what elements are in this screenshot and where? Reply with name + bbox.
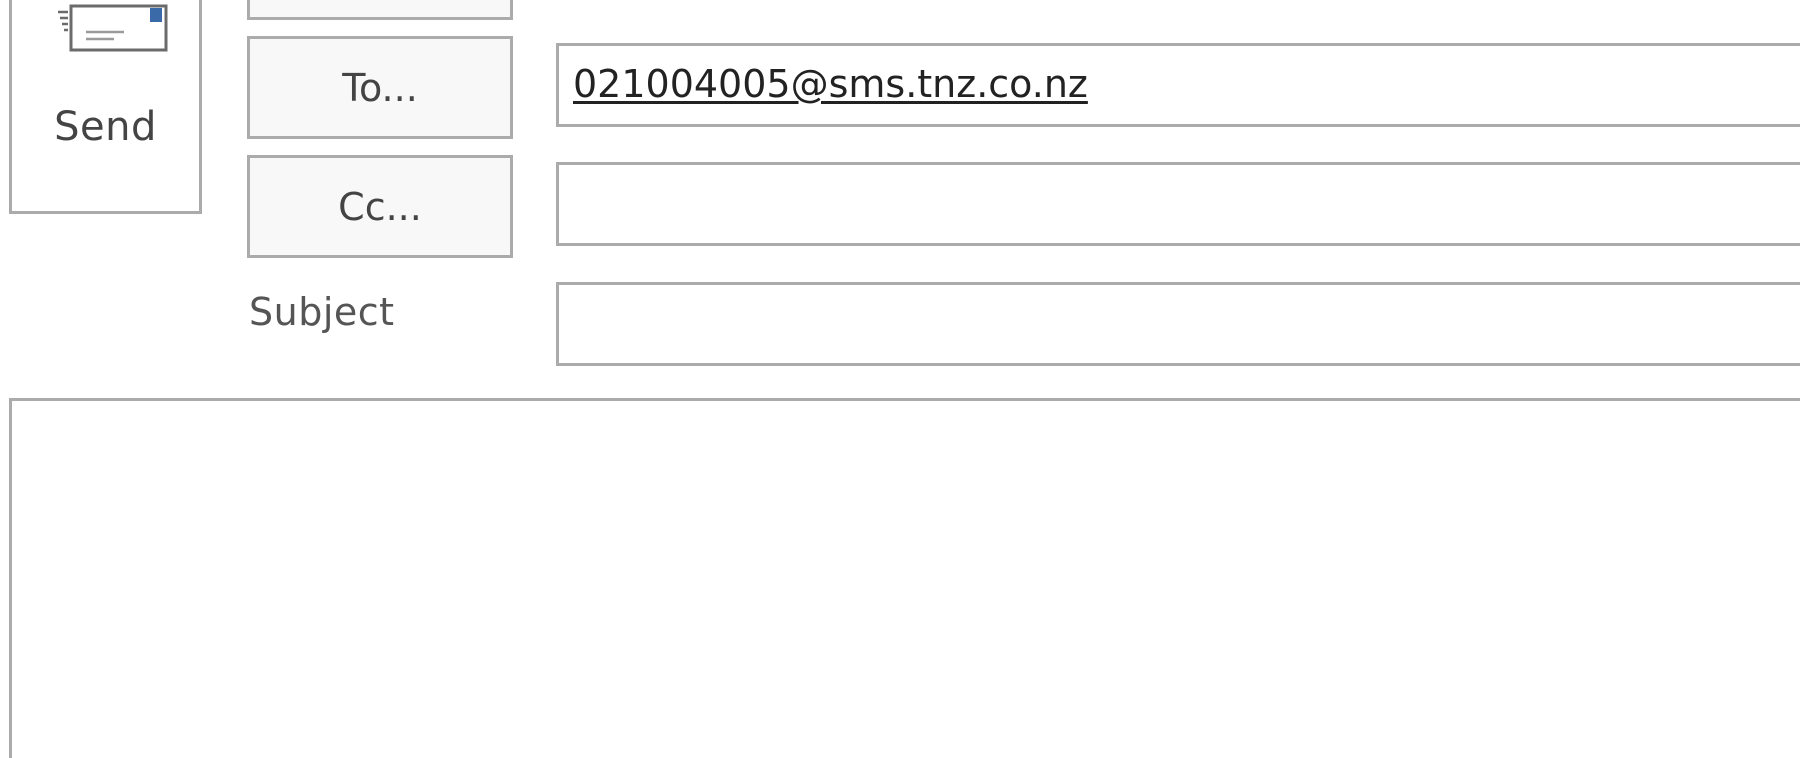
from-button[interactable]	[247, 0, 513, 20]
subject-field[interactable]	[556, 282, 1800, 366]
to-recipient[interactable]: 021004005@sms.tnz.co.nz	[573, 62, 1088, 106]
message-body[interactable]	[9, 398, 1800, 758]
compose-window: Send To... Cc... Subject 021004005@sms.t…	[0, 0, 1800, 758]
envelope-send-icon	[58, 4, 168, 52]
to-button-label: To...	[342, 65, 418, 110]
to-button[interactable]: To...	[247, 36, 513, 139]
send-label: Send	[54, 104, 157, 150]
send-button[interactable]: Send	[9, 0, 202, 214]
cc-button[interactable]: Cc...	[247, 155, 513, 258]
cc-field[interactable]	[556, 162, 1800, 246]
cc-button-label: Cc...	[338, 184, 422, 229]
subject-label: Subject	[249, 290, 395, 334]
to-field[interactable]: 021004005@sms.tnz.co.nz	[556, 43, 1800, 127]
